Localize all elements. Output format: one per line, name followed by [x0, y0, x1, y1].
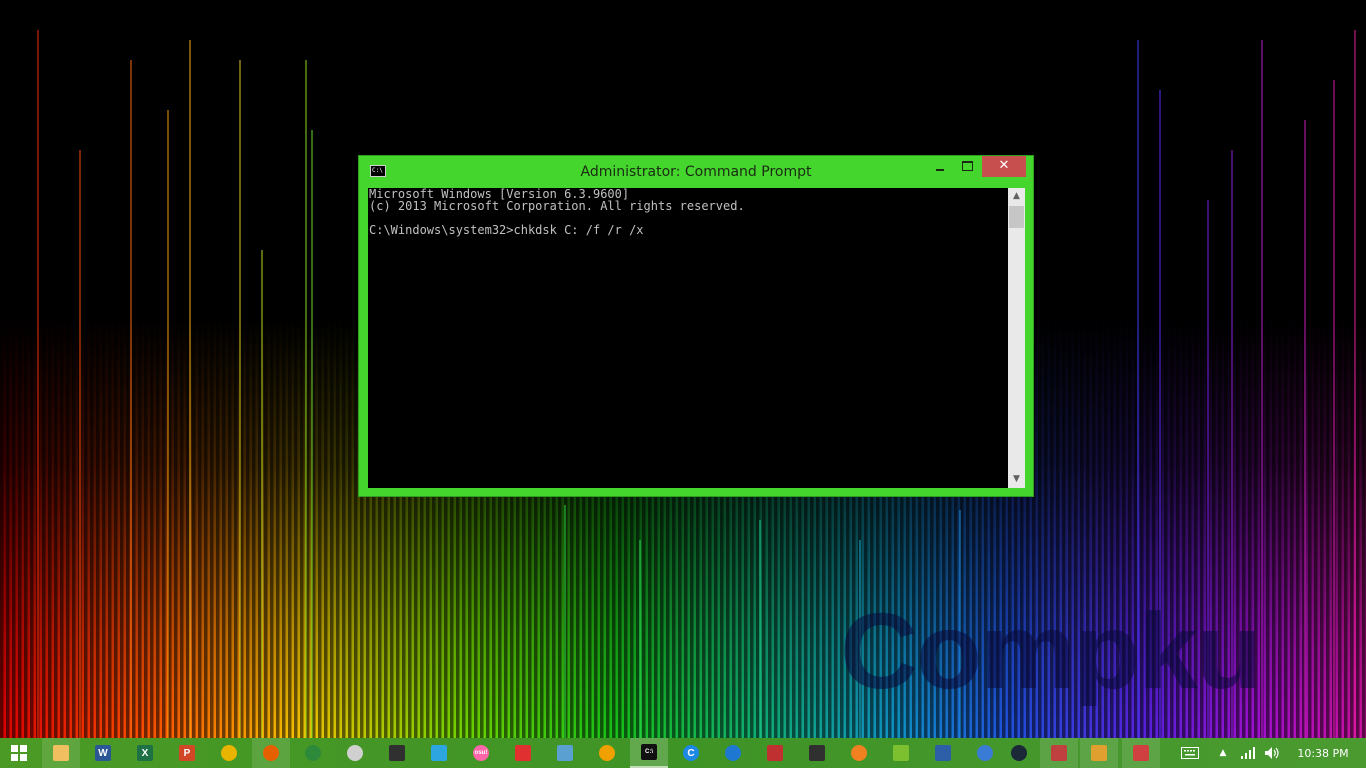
taskbar-app-word[interactable]: W — [84, 738, 122, 768]
taskbar-app-racing-game[interactable] — [504, 738, 542, 768]
console-output[interactable]: Microsoft Windows [Version 6.3.9600] (c)… — [368, 188, 1008, 488]
system-clock[interactable]: 10:38 PM — [1288, 738, 1358, 768]
taskbar-app-settings-gear[interactable] — [924, 738, 962, 768]
bluestacks-icon — [893, 745, 909, 761]
paint-tool-icon — [1051, 745, 1067, 761]
window-titlebar[interactable]: Administrator: Command Prompt C:\ ✕ — [359, 156, 1033, 188]
steam-icon — [1011, 745, 1027, 761]
excel-icon: X — [137, 745, 153, 761]
video-editor-icon — [389, 745, 405, 761]
vlc-icon — [599, 745, 615, 761]
taskbar-app-paint-tool[interactable] — [1040, 738, 1078, 768]
taskbar-app-globe-download[interactable] — [294, 738, 332, 768]
start-button[interactable] — [0, 738, 38, 768]
taskbar-app-telegram[interactable] — [420, 738, 458, 768]
alarm-clock-icon — [725, 745, 741, 761]
taskbar-app-powerpoint[interactable]: P — [168, 738, 206, 768]
scroll-up-arrow-icon[interactable]: ▲ — [1008, 188, 1025, 205]
gamepad-icon — [851, 745, 867, 761]
taskbar-app-monitor-app[interactable] — [798, 738, 836, 768]
chevron-up-icon: ▲ — [1219, 748, 1227, 758]
network-signal-icon — [1241, 747, 1255, 759]
taskbar-app-osu[interactable]: osu! — [462, 738, 500, 768]
telegram-icon — [431, 745, 447, 761]
minimize-button[interactable] — [927, 156, 953, 177]
taskbar-app-command-prompt[interactable]: C:\ — [630, 738, 668, 768]
scroll-thumb[interactable] — [1009, 206, 1024, 228]
scroll-down-arrow-icon[interactable]: ▼ — [1008, 471, 1025, 488]
powerpoint-icon: P — [179, 745, 195, 761]
taskbar-app-image-viewer[interactable] — [546, 738, 584, 768]
racing-game-icon — [515, 745, 531, 761]
monitor-app-icon — [809, 745, 825, 761]
ccleaner-icon: C — [683, 745, 699, 761]
snipping-tool-icon — [1133, 745, 1149, 761]
taskbar-app-bluestacks[interactable] — [882, 738, 920, 768]
blue-globe-icon — [977, 745, 993, 761]
taskbar-app-file-explorer[interactable] — [42, 738, 80, 768]
taskbar-app-shield-app[interactable] — [756, 738, 794, 768]
touch-keyboard-button[interactable] — [1176, 738, 1204, 768]
word-icon: W — [95, 745, 111, 761]
vertical-scrollbar[interactable]: ▲ ▼ — [1008, 188, 1025, 488]
taskbar-app-excel[interactable]: X — [126, 738, 164, 768]
command-prompt-window[interactable]: Administrator: Command Prompt C:\ ✕ Micr… — [358, 155, 1034, 497]
taskbar-app-paint-palette[interactable] — [1080, 738, 1118, 768]
close-button[interactable]: ✕ — [982, 156, 1026, 177]
volume-button[interactable] — [1260, 738, 1284, 768]
globe-download-icon — [305, 745, 321, 761]
taskbar-app-snipping-tool[interactable] — [1122, 738, 1160, 768]
chrome-icon — [221, 745, 237, 761]
image-viewer-icon — [557, 745, 573, 761]
maximize-button[interactable] — [954, 156, 980, 177]
taskbar-app-video-editor[interactable] — [378, 738, 416, 768]
windows-logo-icon — [11, 745, 27, 761]
keyboard-icon — [1181, 747, 1199, 759]
volume-icon — [1265, 747, 1279, 759]
minimize-icon — [936, 169, 944, 171]
compku-watermark: Compku — [840, 596, 1262, 706]
webcam-icon — [347, 745, 363, 761]
firefox-icon — [263, 745, 279, 761]
taskbar-app-vlc[interactable] — [588, 738, 626, 768]
file-explorer-icon — [53, 745, 69, 761]
command-prompt-icon[interactable]: C:\ — [370, 165, 386, 177]
taskbar-app-blue-globe[interactable] — [966, 738, 1004, 768]
taskbar-app-chrome[interactable] — [210, 738, 248, 768]
taskbar-app-alarm-clock[interactable] — [714, 738, 752, 768]
close-icon: ✕ — [998, 158, 1010, 173]
taskbar-app-gamepad[interactable] — [840, 738, 878, 768]
command-prompt-icon: C:\ — [641, 744, 657, 760]
settings-gear-icon — [935, 745, 951, 761]
show-hidden-icons-button[interactable]: ▲ — [1212, 738, 1234, 768]
taskbar: ▲ 10:38 PM W X Posu! C:\ C — [0, 738, 1366, 768]
taskbar-app-firefox[interactable] — [252, 738, 290, 768]
console-text[interactable]: Microsoft Windows [Version 6.3.9600] (c)… — [368, 188, 1008, 236]
taskbar-app-ccleaner[interactable]: C — [672, 738, 710, 768]
maximize-icon — [962, 161, 973, 171]
osu-icon: osu! — [473, 745, 489, 761]
shield-app-icon — [767, 745, 783, 761]
taskbar-app-steam[interactable] — [1000, 738, 1038, 768]
paint-palette-icon — [1091, 745, 1107, 761]
taskbar-app-webcam[interactable] — [336, 738, 374, 768]
network-button[interactable] — [1236, 738, 1260, 768]
